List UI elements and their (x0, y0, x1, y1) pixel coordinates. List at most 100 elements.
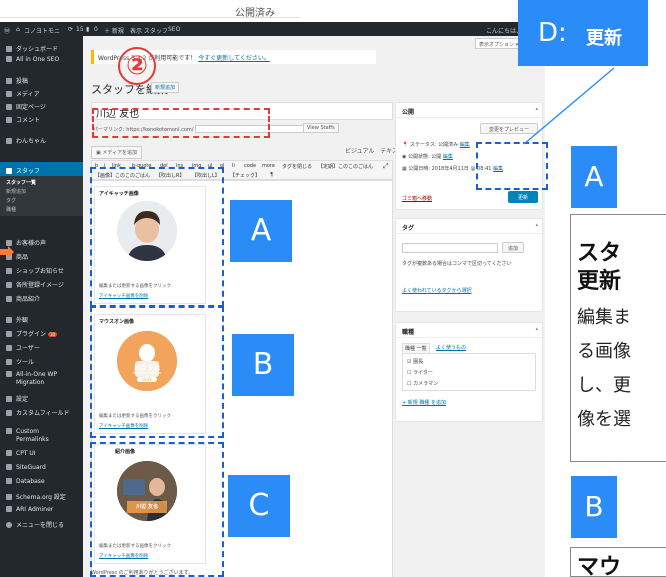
collapse-arrow-icon[interactable]: ▴ (535, 222, 538, 228)
sidebar-item-adminer[interactable]: ARI Adminer (6, 506, 53, 513)
sidebar-item-appearance[interactable]: 外観 (6, 315, 28, 324)
seo-link[interactable]: SEO (168, 26, 180, 33)
right-body-4: 像を選 (577, 409, 631, 430)
qt-check[interactable]: 【チェック】 (230, 172, 260, 179)
wp-logo-icon[interactable]: Ⓦ (4, 26, 10, 35)
label-a: A (230, 200, 292, 262)
comment-icon (6, 117, 12, 123)
box-b-outline (90, 306, 224, 438)
right-body-3: し、更 (577, 375, 631, 396)
sidebar-item-users[interactable]: ユーザー (6, 343, 40, 352)
collapse-arrow-icon[interactable]: ▴ (535, 326, 538, 332)
sidebar-item-tools[interactable]: ツール (6, 357, 34, 366)
add-new-job-link[interactable]: + 新規 職種 を追加 (402, 399, 446, 406)
sidebar-sub-tags[interactable]: タグ (6, 197, 16, 204)
sidebar-item-migration[interactable]: All-in-One WP (6, 371, 57, 378)
qt-code[interactable]: code (244, 163, 256, 169)
qt-regular-gohan[interactable]: 【定期】このこのごはん (318, 163, 373, 170)
tag-add-button[interactable]: 追加 (502, 242, 524, 253)
view-staff-link[interactable]: 表示 スタッフ (130, 26, 168, 35)
update-button[interactable]: 更新 (508, 191, 538, 203)
comment-icon[interactable]: ▮ (86, 26, 89, 33)
visibility-edit-link[interactable]: 編集 (443, 154, 453, 160)
divider (0, 17, 300, 18)
updates-icon[interactable]: ⟳ (68, 26, 73, 33)
user-icon (6, 345, 12, 351)
job-panel-title: 職種 (402, 329, 415, 336)
qt-li[interactable]: li (232, 163, 235, 169)
box-a-outline (90, 167, 224, 307)
sidebar-sub-jobs[interactable]: 職種 (6, 206, 16, 213)
new-link[interactable]: ＋ 新規 (104, 26, 124, 35)
database-icon (6, 478, 12, 484)
sidebar-item-dashboard[interactable]: ダッシュボード (6, 44, 58, 53)
site-name[interactable]: コノヨトモニ (24, 26, 60, 35)
sidebar-item-product-intro[interactable]: 商品紹介 (6, 294, 40, 303)
dashboard-icon (6, 46, 12, 52)
sidebar-item-media[interactable]: メディア (6, 89, 40, 98)
update-area-outline (476, 142, 548, 190)
sidebar-item-custom-fields[interactable]: カスタムフィールド (6, 408, 70, 417)
job-panel: 職種 ▴ 職種 一覧 よく使うもの ☑ 園長 ☐ ライター ☐ カメラマン + … (395, 322, 543, 422)
sidebar-item-migration-2[interactable]: Migration (16, 379, 44, 386)
sidebar-item-schema[interactable]: Schema.org 設定 (6, 492, 66, 501)
status-edit-link[interactable]: 編集 (460, 142, 470, 148)
sidebar-item-staff[interactable]: スタッフ (6, 166, 40, 175)
qt-paragraph[interactable]: ¶ (270, 172, 273, 178)
sidebar-item-settings[interactable]: 設定 (6, 394, 28, 403)
tag-panel-title: タグ (402, 225, 415, 232)
trash-link[interactable]: ゴミ箱へ移動 (402, 195, 432, 202)
fullscreen-icon[interactable]: ⤢ (383, 162, 389, 171)
sidebar-collapse[interactable]: メニューを閉じる (6, 520, 64, 529)
view-staffs-button[interactable]: View Staffs (303, 123, 339, 133)
step-number-2: ② (118, 47, 156, 85)
pin-icon (6, 268, 12, 274)
comments-count[interactable]: 15 (76, 26, 84, 33)
sidebar-item-dogs[interactable]: わんちゃん (6, 136, 46, 145)
sidebar-item-database[interactable]: Database (6, 478, 45, 485)
pin-icon (6, 168, 12, 174)
tag-panel: タグ ▴ 追加 タグが複数ある場合はコンマで区切ってください よく使われているタ… (395, 218, 543, 312)
status-row: 📍 ステータス: 公開済み 編集 (402, 142, 470, 148)
job-option-director[interactable]: ☑ 園長 (407, 358, 423, 365)
popular-tags-link[interactable]: よく使われているタグから選択 (402, 287, 472, 294)
sidebar-item-seo[interactable]: All in One SEO (6, 56, 59, 63)
sidebar-sub-staff-list[interactable]: スタッフ一覧 (6, 179, 36, 186)
job-option-cameraman[interactable]: ☐ カメラマン (407, 380, 438, 387)
migration-icon (6, 371, 12, 377)
right-label-a: A (571, 146, 617, 208)
sidebar-item-cpt-ui[interactable]: CPT UI (6, 450, 36, 457)
eye-icon: ◉ (402, 154, 407, 160)
job-option-writer[interactable]: ☐ ライター (407, 369, 433, 376)
sidebar-item-registration[interactable]: 各所登録イメージ (6, 280, 64, 289)
media-icon (6, 91, 12, 97)
add-media-button[interactable]: ▣ メディアを追加 (91, 146, 142, 159)
sidebar-item-shop-news[interactable]: ショップお知らせ (6, 266, 64, 275)
updates-count[interactable]: 0 (94, 26, 98, 33)
right-body-1: 編集ま (577, 307, 631, 328)
visibility-row: ◉ 公開状態: 公開 編集 (402, 154, 453, 160)
right-body-2: る画像 (577, 341, 631, 362)
sidebar-item-custom-permalinks[interactable]: Custom (6, 428, 39, 435)
sidebar-sub-add-new[interactable]: 新規追加 (6, 188, 26, 195)
label-c: C (228, 475, 290, 537)
sidebar-item-comments[interactable]: コメント (6, 115, 40, 124)
qt-more[interactable]: more (262, 163, 275, 169)
sidebar-item-posts[interactable]: 投稿 (6, 76, 28, 85)
home-icon[interactable]: ⌂ (16, 26, 20, 33)
pin-icon (6, 296, 12, 302)
tag-input[interactable] (402, 243, 498, 253)
sidebar-item-siteguard[interactable]: SiteGuard (6, 464, 46, 471)
sidebar-item-pages[interactable]: 固定ページ (6, 102, 46, 111)
link-icon (6, 428, 12, 434)
add-new-button[interactable]: 新規追加 (151, 82, 180, 93)
tab-visual[interactable]: ビジュアル (345, 148, 374, 155)
update-now-link[interactable]: 今すぐ更新してください。 (198, 55, 270, 62)
right-title-2: 更新 (577, 269, 622, 294)
gear-icon (6, 494, 12, 500)
sidebar-item-permalinks-2[interactable]: Permalinks (16, 436, 49, 443)
qt-close-tags[interactable]: タグを閉じる (282, 163, 312, 170)
sidebar-item-plugins[interactable]: プラグイン 10 (6, 329, 58, 338)
plugin-icon (6, 331, 12, 337)
tab-popular-jobs[interactable]: よく使うもの (436, 344, 466, 351)
